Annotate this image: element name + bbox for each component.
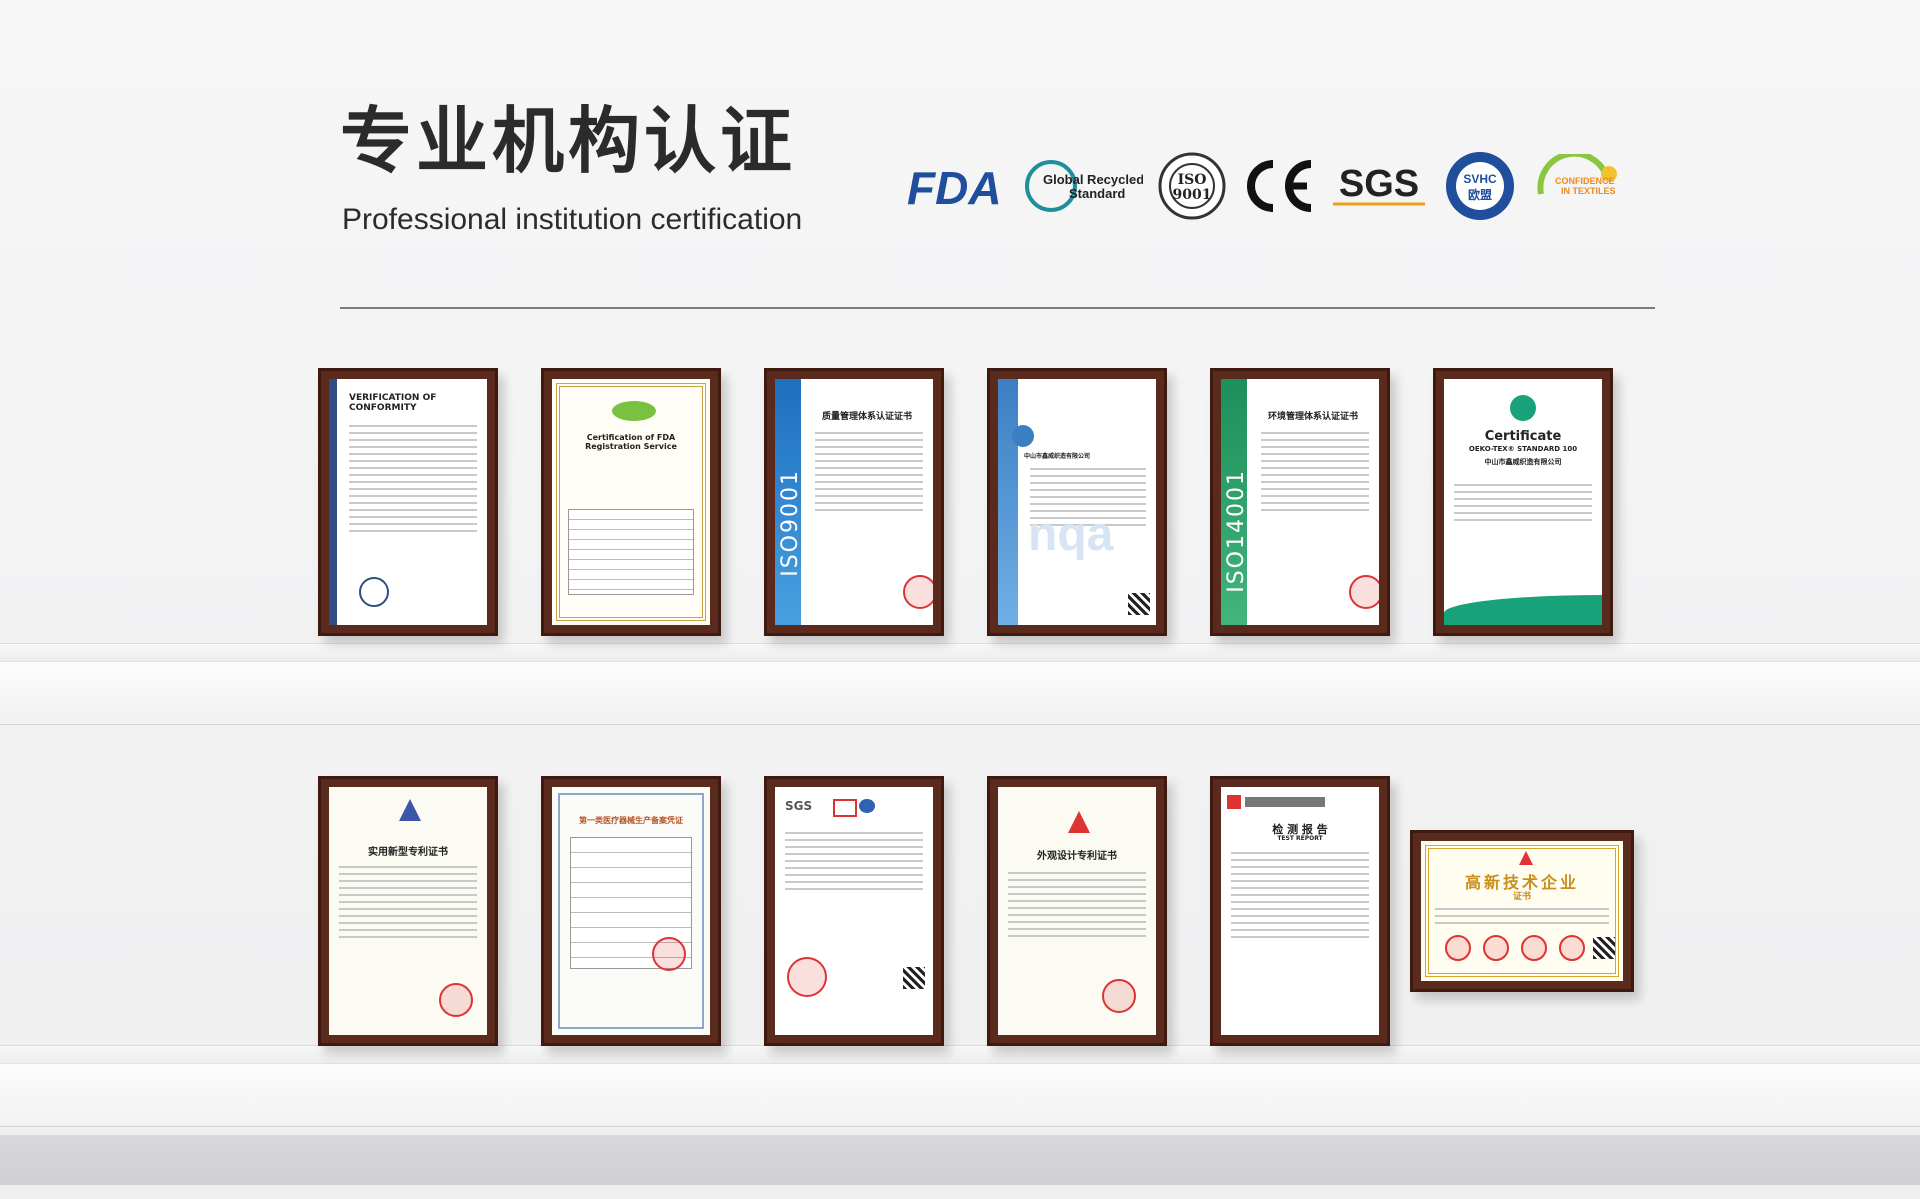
certificate-frame[interactable]: 外观设计专利证书 xyxy=(987,776,1167,1046)
svg-text:欧盟: 欧盟 xyxy=(1468,187,1492,202)
svg-text:Global Recycled: Global Recycled xyxy=(1043,172,1143,187)
svg-text:9001: 9001 xyxy=(1173,187,1212,203)
grs-logo: Global Recycled Standard xyxy=(1023,156,1143,216)
page-title: 专业机构认证 xyxy=(340,99,797,183)
shelf-upper xyxy=(0,643,1920,725)
certificate-title: SGS xyxy=(785,799,813,813)
ce-logo xyxy=(1241,158,1315,214)
sgs-logo: SGS xyxy=(1329,158,1429,214)
certificate-company: 中山市鑫威织造有限公司 xyxy=(1484,458,1562,466)
certificate-strip-text: ISO14001 xyxy=(1224,469,1249,593)
certificate-title: Certificate xyxy=(1484,429,1562,444)
svg-text:FDA: FDA xyxy=(907,162,1002,212)
certificate-frame[interactable]: SGS xyxy=(764,776,944,1046)
certificate-frame[interactable]: 检 测 报 告 TEST REPORT xyxy=(1210,776,1390,1046)
certificate-frame[interactable]: 实用新型专利证书 xyxy=(318,776,498,1046)
certificate-frame[interactable]: VERIFICATION OF CONFORMITY xyxy=(318,368,498,636)
heading-divider xyxy=(340,307,1655,309)
svg-text:SVHC: SVHC xyxy=(1463,172,1497,186)
certificate-frame[interactable]: 第一类医疗器械生产备案凭证 xyxy=(541,776,721,1046)
svg-text:ISO: ISO xyxy=(1178,172,1207,188)
certificate-strip-text: ISO9001 xyxy=(778,469,803,577)
certification-logos: FDA Global Recycled Standard ISO 9001 SG… xyxy=(905,150,1627,222)
floor-band xyxy=(0,1135,1920,1185)
fda-logo: FDA xyxy=(905,160,1009,212)
certificate-title: VERIFICATION OF CONFORMITY xyxy=(349,393,437,413)
svg-text:SGS: SGS xyxy=(1339,163,1419,205)
certificate-title: 实用新型专利证书 xyxy=(368,847,448,858)
shelf-lower xyxy=(0,1045,1920,1127)
oeko-tex-logo: CONFIDENCE IN TEXTILES xyxy=(1531,154,1627,218)
certificate-subtitle: OEKO-TEX® STANDARD 100 xyxy=(1468,445,1578,453)
certificate-frame[interactable]: ISO14001 环境管理体系认证证书 xyxy=(1210,368,1390,636)
certificate-title: 第一类医疗器械生产备案凭证 xyxy=(579,816,683,825)
certificate-frame[interactable]: 中山市鑫威织造有限公司 nqa xyxy=(987,368,1167,636)
page-subtitle: Professional institution certification xyxy=(342,203,803,236)
certificate-frame[interactable]: Certification of FDA Registration Servic… xyxy=(541,368,721,636)
svg-text:CONFIDENCE: CONFIDENCE xyxy=(1555,176,1615,186)
certificate-subtitle: TEST REPORT xyxy=(1277,835,1323,842)
certificate-frame[interactable]: Certificate OEKO-TEX® STANDARD 100 中山市鑫威… xyxy=(1433,368,1613,636)
svg-text:IN TEXTILES: IN TEXTILES xyxy=(1561,186,1616,196)
certificate-title: 中山市鑫威织造有限公司 xyxy=(1024,453,1091,460)
certificate-title: Certification of FDA Registration Servic… xyxy=(585,433,677,451)
svhc-logo: SVHC 欧盟 xyxy=(1443,149,1517,223)
certificate-frame[interactable]: 高新技术企业 证书 xyxy=(1410,830,1634,992)
certificate-title: 环境管理体系认证证书 xyxy=(1267,412,1358,422)
certificate-frame[interactable]: ISO9001 质量管理体系认证证书 xyxy=(764,368,944,636)
certificate-title: 外观设计专利证书 xyxy=(1037,851,1117,862)
certificate-subtitle: 证书 xyxy=(1512,892,1531,902)
certificate-title: 质量管理体系认证证书 xyxy=(821,412,912,422)
svg-text:Standard: Standard xyxy=(1069,186,1125,201)
iso9001-logo: ISO 9001 xyxy=(1157,151,1227,221)
